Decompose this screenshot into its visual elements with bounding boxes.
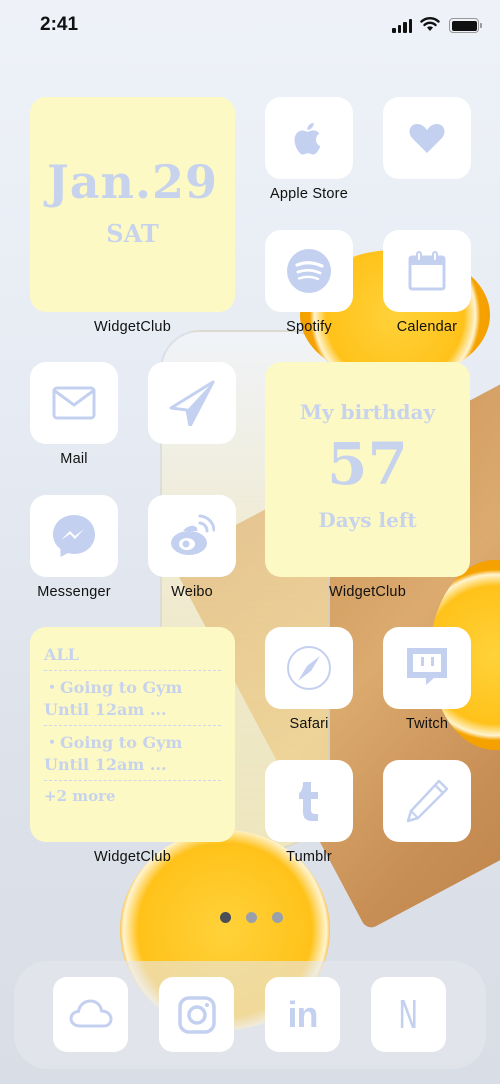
app-tile[interactable] (30, 362, 118, 444)
app-twitch[interactable]: Twitch (383, 627, 471, 732)
dock: in N (14, 961, 486, 1069)
dock-app-notion[interactable]: N (371, 977, 446, 1052)
app-tile[interactable] (30, 495, 118, 577)
page-dot[interactable] (246, 912, 257, 923)
app-paper-plane[interactable] (148, 362, 236, 444)
app-messenger[interactable]: Messenger (30, 495, 118, 600)
todo-widget-tile[interactable]: ALL ・Going to Gym Until 12am ... ・Going … (30, 627, 235, 842)
app-label: Weibo (171, 584, 213, 600)
app-label: Mail (60, 451, 88, 467)
spotify-icon (287, 249, 331, 293)
status-bar: 2:41 (0, 0, 500, 54)
app-label: Safari (289, 716, 329, 732)
compass-icon (287, 646, 331, 690)
app-label: Spotify (286, 319, 332, 335)
cellular-signal-icon (392, 19, 412, 33)
notion-icon: N (398, 992, 419, 1037)
todo-header: ALL (44, 645, 221, 671)
app-tile[interactable] (265, 230, 353, 312)
tumblr-icon (299, 782, 318, 821)
todo-item[interactable]: ・Going to Gym Until 12am ... (44, 671, 221, 726)
battery-icon (449, 18, 479, 33)
date-widget-tile[interactable]: Jan.29 SAT (30, 97, 235, 312)
app-tile[interactable] (383, 230, 471, 312)
app-label: Tumblr (286, 849, 332, 865)
dock-app-linkedin[interactable]: in (265, 977, 340, 1052)
instagram-icon (177, 995, 216, 1034)
app-mail[interactable]: Mail (30, 362, 118, 467)
apple-icon (294, 122, 321, 155)
todo-widget[interactable]: ALL ・Going to Gym Until 12am ... ・Going … (30, 627, 235, 865)
todo-item[interactable]: ・Going to Gym Until 12am ... (44, 726, 221, 781)
todo-more: +2 more (44, 787, 116, 805)
twitch-icon (407, 648, 447, 685)
birthday-widget-tile[interactable]: My birthday 57 Days left (265, 362, 470, 577)
linkedin-icon: in (287, 993, 319, 1035)
widget-label: WidgetClub (94, 849, 171, 865)
app-heart[interactable] (383, 97, 471, 179)
app-tile[interactable] (383, 627, 471, 709)
app-label: Calendar (396, 319, 458, 335)
app-apple-store[interactable]: Apple Store (265, 97, 353, 202)
weibo-icon (171, 514, 215, 555)
widget-label: WidgetClub (329, 584, 406, 600)
app-pencil[interactable] (383, 760, 471, 842)
pencil-icon (406, 779, 449, 823)
app-calendar[interactable]: Calendar (383, 230, 471, 335)
page-dot-active[interactable] (220, 912, 231, 923)
weekday-text: SAT (106, 219, 159, 248)
date-widget[interactable]: Jan.29 SAT WidgetClub (30, 97, 235, 335)
app-tile[interactable] (383, 760, 471, 842)
dock-app-instagram[interactable] (159, 977, 234, 1052)
status-time: 2:41 (40, 14, 79, 35)
app-safari[interactable]: Safari (265, 627, 353, 732)
dock-app-cloud[interactable] (53, 977, 128, 1052)
app-label: Twitch (405, 716, 449, 732)
app-spotify[interactable]: Spotify (265, 230, 353, 335)
app-tile[interactable] (148, 362, 236, 444)
app-tumblr[interactable]: Tumblr (265, 760, 353, 865)
birthday-title: My birthday (299, 400, 436, 424)
birthday-subtitle: Days left (318, 508, 417, 532)
birthday-days-count: 57 (327, 430, 408, 498)
widget-label: WidgetClub (94, 319, 171, 335)
page-dot[interactable] (272, 912, 283, 923)
battery-cap (480, 23, 482, 28)
calendar-icon (408, 251, 446, 291)
cloud-icon (69, 999, 112, 1027)
date-text: Jan.29 (46, 155, 219, 209)
heart-icon (409, 124, 445, 153)
app-tile[interactable] (265, 97, 353, 179)
todo-list: ALL ・Going to Gym Until 12am ... ・Going … (44, 645, 221, 805)
messenger-icon (53, 515, 95, 557)
mail-icon (52, 386, 96, 420)
app-label: Apple Store (270, 186, 348, 202)
birthday-widget[interactable]: My birthday 57 Days left WidgetClub (265, 362, 470, 600)
app-tile[interactable] (265, 627, 353, 709)
app-tile[interactable] (383, 97, 471, 179)
wifi-icon (420, 17, 440, 31)
app-tile[interactable] (265, 760, 353, 842)
paper-plane-icon (169, 380, 215, 426)
app-tile[interactable] (148, 495, 236, 577)
app-label: Messenger (37, 584, 111, 600)
app-weibo[interactable]: Weibo (148, 495, 236, 600)
page-indicator[interactable] (220, 912, 283, 923)
